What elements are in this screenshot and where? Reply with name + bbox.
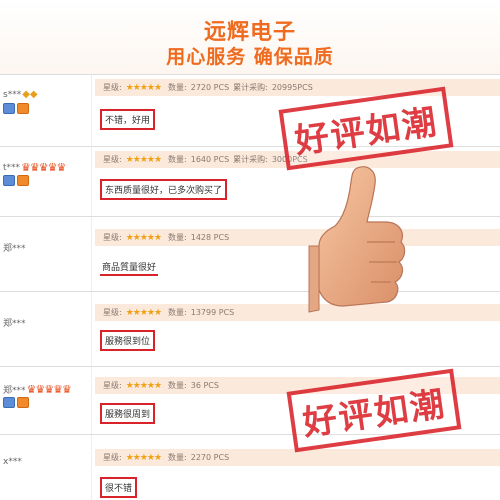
store-slogan: 用心服务 确保品质 [166, 46, 334, 68]
crown-icon: ♛♛♛♛♛ [21, 161, 66, 174]
review-row: t*** ♛♛♛♛♛ 星级: ★★★★★ 数量: 1640 PCS 累计采购: … [0, 146, 500, 216]
reviewer-cell: x*** [0, 435, 92, 500]
quantity-value: 2720 PCS [190, 83, 230, 92]
reviewer-name: x*** [3, 457, 22, 467]
review-comment: 东西质量很好，已多次购买了 [100, 179, 228, 200]
vip-badge-icon [17, 175, 29, 186]
vip-badge-icon [17, 397, 29, 408]
reviewer-cell: 郑*** [0, 217, 92, 291]
rating-label: 星级: [103, 381, 122, 390]
review-row: 郑*** 星级: ★★★★★ 数量: 1428 PCS 商品質量很好 [0, 216, 500, 291]
reviewer-cell: 郑*** [0, 292, 92, 366]
star-icon: ★★★★★ [125, 380, 162, 391]
id-badge-icon [3, 103, 15, 114]
cumulative-label: 累计采购: [233, 155, 268, 164]
reviewer-cell: t*** ♛♛♛♛♛ [0, 147, 92, 216]
diamond-icon: ◆◆ [22, 89, 38, 100]
quantity-value: 13799 PCS [190, 308, 235, 317]
reviewer-name: 郑*** [3, 244, 26, 254]
crown-icon: ♛♛♛♛♛ [26, 383, 72, 396]
quantity-value: 1428 PCS [190, 233, 230, 242]
star-icon: ★★★★★ [125, 232, 162, 243]
star-icon: ★★★★★ [125, 154, 162, 165]
quantity-label: 数量: [168, 308, 187, 317]
review-row: x*** 星级: ★★★★★ 数量: 2270 PCS 很不错 [0, 434, 500, 500]
vip-badge-icon [17, 103, 29, 114]
reviewer-name: 郑*** [3, 386, 26, 396]
quantity-label: 数量: [168, 83, 187, 92]
quantity-label: 数量: [168, 233, 187, 242]
review-comment: 商品質量很好 [100, 259, 159, 276]
review-comment: 很不错 [100, 477, 138, 498]
cumulative-value: 20995PCS [271, 83, 313, 92]
reviewer-name: 郑*** [3, 319, 26, 329]
reviewer-cell: 郑*** ♛♛♛♛♛ [0, 367, 92, 434]
id-badge-icon [3, 175, 15, 186]
review-comment: 服務很到位 [100, 330, 156, 351]
star-icon: ★★★★★ [125, 452, 162, 463]
review-comment: 不错，好用 [100, 109, 156, 130]
quantity-value: 1640 PCS [190, 155, 230, 164]
quantity-value: 36 PCS [190, 381, 219, 390]
reviewer-cell: s*** ◆◆ [0, 75, 92, 146]
rating-label: 星级: [103, 83, 122, 92]
rating-label: 星级: [103, 233, 122, 242]
store-header: 远辉电子 用心服务 确保品质 [0, 0, 500, 74]
review-comment: 服務很周到 [100, 403, 156, 424]
review-info-bar: 星级: ★★★★★ 数量: 13799 PCS [95, 304, 500, 321]
review-info-bar: 星级: ★★★★★ 数量: 1428 PCS [95, 229, 500, 246]
quantity-label: 数量: [168, 453, 187, 462]
quantity-value: 2270 PCS [190, 453, 230, 462]
star-icon: ★★★★★ [125, 307, 162, 318]
id-badge-icon [3, 397, 15, 408]
quantity-label: 数量: [168, 381, 187, 390]
thumbs-up-icon [308, 166, 406, 313]
reviewer-name: s*** [3, 89, 22, 100]
reviewer-name: t*** [3, 162, 21, 173]
cumulative-label: 累计采购: [233, 83, 268, 92]
quantity-label: 数量: [168, 155, 187, 164]
star-icon: ★★★★★ [125, 82, 162, 93]
rating-label: 星级: [103, 308, 122, 317]
rating-label: 星级: [103, 155, 122, 164]
review-row: 郑*** 星级: ★★★★★ 数量: 13799 PCS 服務很到位 [0, 291, 500, 366]
rating-label: 星级: [103, 453, 122, 462]
